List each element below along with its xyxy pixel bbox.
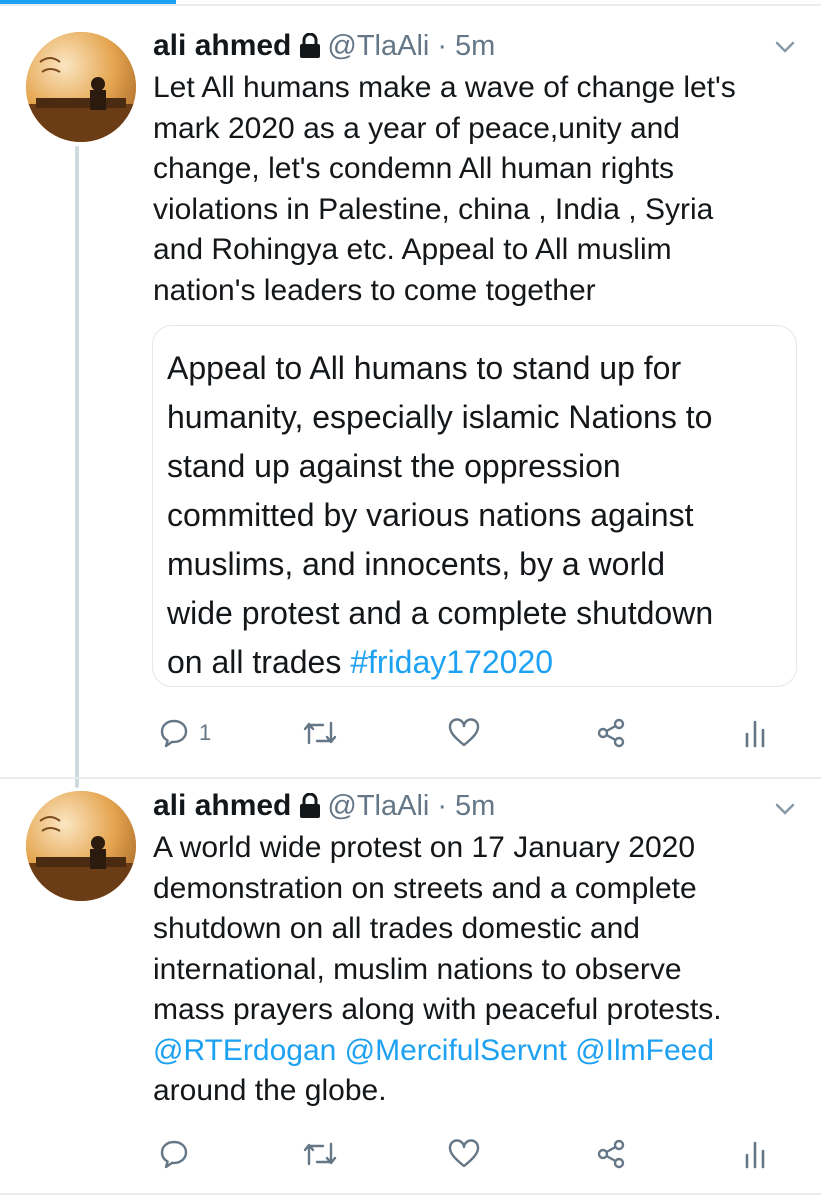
author-handle[interactable]: @TlaAli	[327, 790, 429, 823]
tweet-header: ali ahmed @TlaAli · 5m	[153, 788, 495, 824]
bottom-divider	[0, 1193, 821, 1195]
analytics-button[interactable]	[743, 1134, 767, 1174]
meta-separator: ·	[437, 789, 448, 822]
retweet-button[interactable]	[303, 1134, 337, 1174]
retweet-icon	[303, 721, 337, 745]
tweet-text-line: Let All humans make a wave of change let…	[153, 71, 736, 104]
thread-connector-line	[75, 146, 79, 788]
hashtag-link[interactable]: #friday172020	[350, 644, 553, 680]
quote-text-line: Appeal to All humans to stand up for	[167, 350, 682, 386]
tweet-header: ali ahmed @TlaAli · 5m	[153, 28, 495, 64]
quote-text-fragment: on all trades	[167, 644, 351, 680]
chevron-down-icon[interactable]	[775, 802, 795, 816]
tweet-divider	[0, 777, 821, 779]
like-icon	[448, 1139, 480, 1168]
share-button[interactable]	[596, 1134, 626, 1174]
reply-count: 1	[199, 720, 212, 745]
tweet-text-line: shutdown on all trades domestic and	[153, 912, 640, 945]
author-handle[interactable]: @TlaAli	[327, 30, 429, 63]
avatar[interactable]	[26, 791, 136, 901]
tweet-text-line: around the globe.	[153, 1074, 387, 1107]
meta-separator: ·	[437, 29, 448, 62]
author-name[interactable]: ali ahmed	[153, 29, 291, 63]
chevron-down-icon[interactable]	[775, 40, 795, 54]
retweet-button[interactable]	[303, 713, 337, 753]
mention-link[interactable]: @IlmFeed	[575, 1034, 714, 1067]
tweet-text-line: international, muslim nations to observe	[153, 952, 682, 986]
analytics-icon	[745, 720, 765, 748]
quote-text-line: stand up against the oppression	[167, 448, 621, 484]
tweet-text-line: demonstration on streets and a complete	[153, 871, 697, 905]
tweet-text-line: A world wide protest on 17 January 2020	[153, 831, 696, 864]
analytics-button[interactable]	[743, 713, 767, 753]
quote-text-line: muslims, and innocents, by a world	[167, 546, 665, 582]
reply-button[interactable]	[159, 1134, 189, 1174]
reply-icon	[160, 719, 188, 748]
tweet-timestamp[interactable]: 5m	[455, 30, 495, 63]
tweet-text-line: change, let's condemn All human rights	[153, 152, 675, 185]
analytics-icon	[745, 1141, 765, 1169]
reply-icon	[160, 1140, 188, 1169]
quoted-tweet-card[interactable]: Appeal to All humans to stand up for hum…	[152, 325, 797, 687]
author-name[interactable]: ali ahmed	[153, 789, 291, 823]
like-button[interactable]	[448, 713, 480, 753]
mentions-line: @RTErdogan @MercifulServnt @IlmFeed	[153, 1031, 793, 1072]
share-icon	[597, 718, 625, 748]
like-button[interactable]	[448, 1134, 480, 1174]
quote-text-line: wide protest and a complete shutdown	[167, 595, 714, 631]
mention-link[interactable]: @MercifulServnt	[345, 1034, 567, 1067]
share-button[interactable]	[596, 713, 626, 753]
tweet-text-line: mass prayers along with peaceful protest…	[153, 993, 722, 1026]
avatar-image	[26, 791, 136, 901]
tweet-actions	[153, 1134, 773, 1174]
avatar-image	[26, 32, 136, 142]
tweet-timestamp[interactable]: 5m	[455, 790, 495, 823]
reply-button[interactable]: 1	[159, 713, 211, 753]
retweet-icon	[303, 1142, 337, 1166]
tweet-actions: 1	[153, 713, 773, 753]
like-icon	[448, 718, 480, 747]
mention-link[interactable]: @RTErdogan	[153, 1034, 336, 1067]
tweet-text-line: mark 2020 as a year of peace,unity and	[153, 111, 680, 145]
share-icon	[597, 1139, 625, 1169]
avatar[interactable]	[26, 32, 136, 142]
lock-icon	[300, 33, 321, 58]
tweet-text-line: violations in Palestine, china , India ,…	[153, 192, 714, 226]
tweet-text-line: nation's leaders to come together	[153, 273, 596, 307]
tweet-text-line: and Rohingya etc. Appeal to All muslim	[153, 233, 672, 266]
quoted-tweet-text: Appeal to All humans to stand up for hum…	[167, 344, 787, 687]
quote-text-line: committed by various nations against	[167, 497, 694, 533]
tweet-text: A world wide protest on 17 January 2020 …	[153, 828, 793, 1112]
quote-text-line: humanity, especially islamic Nations to	[167, 399, 713, 435]
tweet-text: Let All humans make a wave of change let…	[153, 68, 793, 311]
lock-icon	[300, 793, 321, 818]
quote-text-line: on all trades #friday172020	[167, 638, 787, 687]
top-divider	[0, 4, 821, 6]
